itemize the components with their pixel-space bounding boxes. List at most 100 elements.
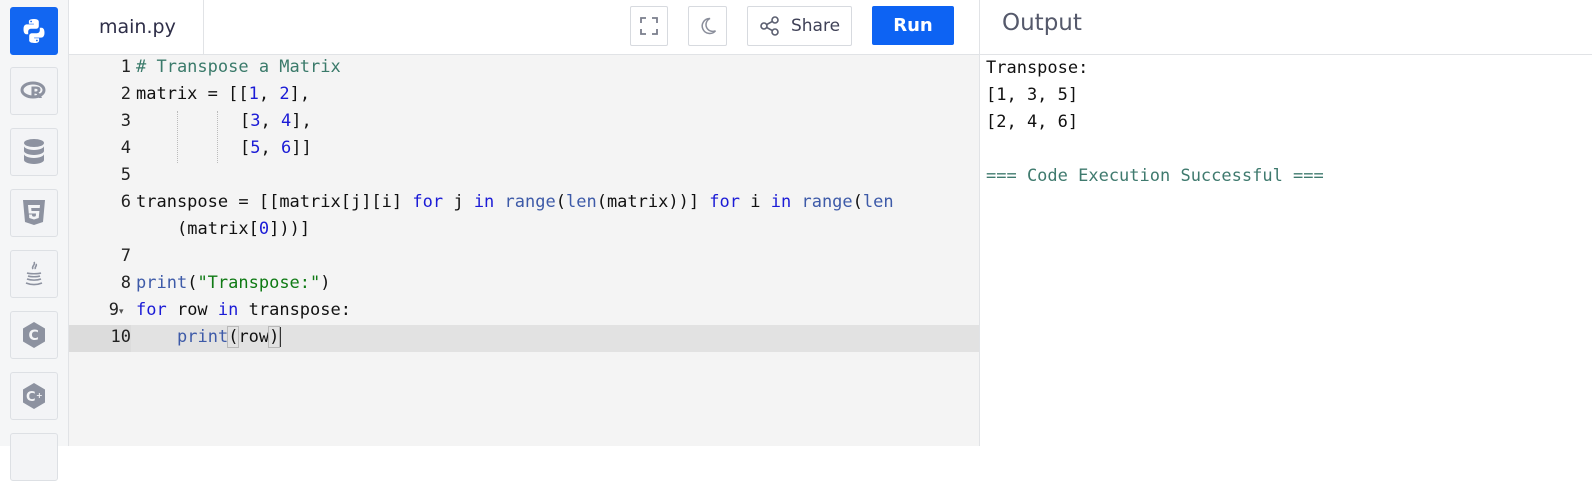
code-line-9: for row in transpose: [136,300,351,320]
output-line: [2, 4, 6] [986,112,1079,132]
database-icon [24,139,44,164]
number-token: 0 [258,219,270,239]
sql-language-button[interactable] [10,128,58,176]
code-line-4: [5, 6]] [240,138,312,158]
code-token: transpose: [238,300,351,320]
code-line-1: # Transpose a Matrix [136,57,341,77]
builtin-token: len [862,192,894,212]
number-token: 1 [248,84,259,104]
c-language-button[interactable]: C [10,311,58,359]
more-language-button[interactable] [10,433,58,481]
line-number: 3 [120,111,131,131]
java-language-button[interactable] [10,250,58,298]
keyword-token: for [709,192,741,212]
line-number: 8 [120,273,131,293]
svg-text:+: + [36,391,43,400]
html-language-button[interactable] [10,189,58,237]
code-token: ]))] [269,219,311,239]
c-icon: C [23,322,45,348]
code-token: ( [852,192,863,212]
keyword-token: in [473,192,495,212]
java-icon [25,261,43,286]
line-number: 9 [108,300,119,320]
run-label: Run [893,15,933,36]
editor-toolbar: main.py Share Run [69,0,979,55]
html5-icon [23,200,45,225]
code-line-3: [3, 4], [240,111,312,131]
r-icon: R [20,81,46,102]
fullscreen-icon [640,17,658,35]
theme-toggle-button[interactable] [688,6,727,46]
svg-text:C: C [26,390,36,405]
code-token: [[matrix[j][i] [258,192,413,212]
matched-paren: ( [227,326,240,348]
code-editor[interactable]: 1 2 3 4 5 6 7 8 9 ▾ 10 # Transpose a Mat… [69,55,979,446]
code-token: ], [289,84,311,104]
code-token: ) [320,273,331,293]
output-console: Transpose: [1, 3, 5] [2, 4, 6] === Code … [980,55,1592,446]
code-token: = [197,84,229,104]
number-token: 3 [250,111,261,131]
code-token: row [238,327,270,347]
svg-text:R: R [30,83,42,102]
python-language-button[interactable] [10,7,58,55]
code-token: ( [187,273,198,293]
fullscreen-button[interactable] [630,6,668,46]
keyword-token: in [217,300,239,320]
code-line-6-wrap: (matrix[0]))] [177,219,310,239]
code-token: (matrix))] [596,192,710,212]
line-number: 2 [120,84,131,104]
language-sidebar: R C C + [0,0,69,481]
code-token: [ [240,138,251,158]
output-title: Output [1002,10,1082,36]
run-button[interactable]: Run [872,6,954,45]
number-token: 4 [280,111,292,131]
code-line-10: print(row) [177,326,282,348]
code-token: , [260,138,281,158]
code-token: j [443,192,474,212]
svg-text:C: C [29,328,39,344]
cpp-language-button[interactable]: C + [10,372,58,420]
code-token: row [166,300,218,320]
string-token: "Transpose:" [197,273,321,293]
code-token: ], [291,111,312,131]
file-tab-main-py[interactable]: main.py [69,0,204,54]
matched-paren: ) [268,326,281,348]
code-line-2: matrix = [[1, 2], [136,84,310,104]
code-line-8: print("Transpose:") [136,273,331,293]
code-token: i [740,192,771,212]
file-tab-label: main.py [99,16,176,38]
code-token: ]] [291,138,312,158]
r-language-button[interactable]: R [10,67,58,115]
builtin-token: range [504,192,556,212]
output-header: Output [980,0,1592,55]
line-number: 7 [120,246,131,266]
code-token: , [258,84,280,104]
keyword-token: for [136,300,167,320]
code-token: = [228,192,259,212]
cpp-icon: C + [23,383,45,409]
number-token: 2 [279,84,290,104]
comment-token: # Transpose a Matrix [136,57,341,77]
number-token: 5 [250,138,261,158]
indent-guide [177,111,179,163]
share-icon [760,16,779,36]
builtin-token: print [177,327,229,347]
number-token: 6 [280,138,292,158]
fold-arrow-icon[interactable]: ▾ [119,307,124,317]
code-token: [[ [228,84,249,104]
keyword-token: for [412,192,444,212]
builtin-token: len [565,192,597,212]
line-number: 6 [120,192,131,212]
keyword-token: in [770,192,792,212]
share-button[interactable]: Share [747,6,852,46]
output-line: [1, 3, 5] [986,85,1079,105]
output-line: Transpose: [986,58,1089,78]
code-token: , [260,111,281,131]
code-token: matrix [136,84,198,104]
execution-status: === Code Execution Successful === [986,166,1324,186]
builtin-token: print [136,273,188,293]
python-icon [23,19,45,43]
code-token: [ [240,111,251,131]
